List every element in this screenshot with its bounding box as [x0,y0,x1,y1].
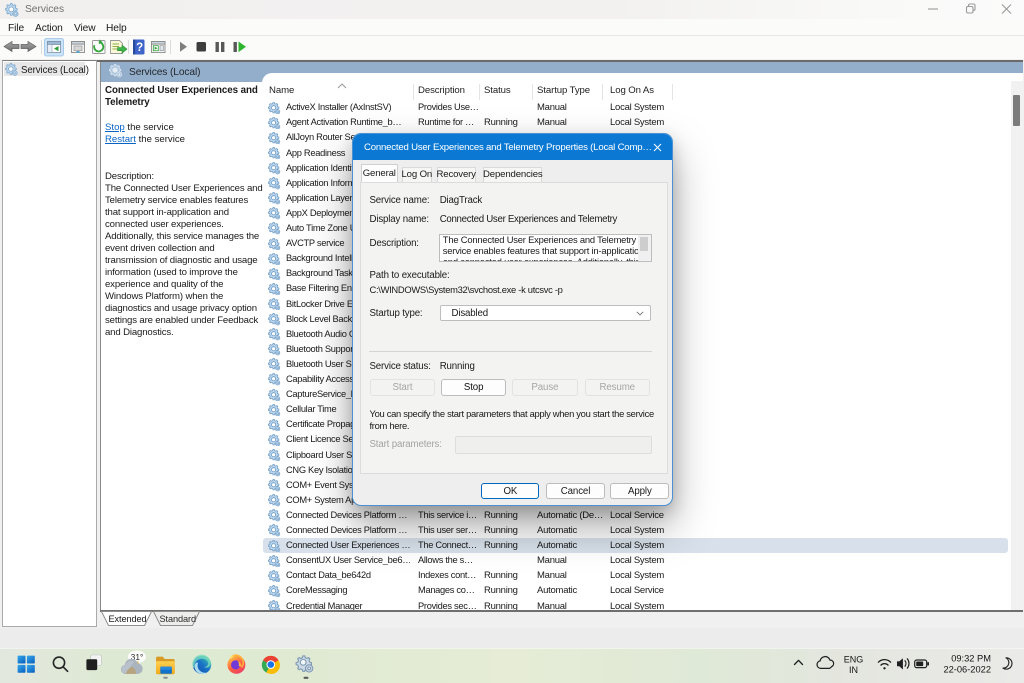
svg-text:09:32 PM: 09:32 PM [951,654,991,664]
svg-text:ENG: ENG [844,654,864,664]
svg-text:IN: IN [849,665,858,675]
svg-text:?: ? [136,42,143,54]
svg-text:22-06-2022: 22-06-2022 [943,664,991,674]
